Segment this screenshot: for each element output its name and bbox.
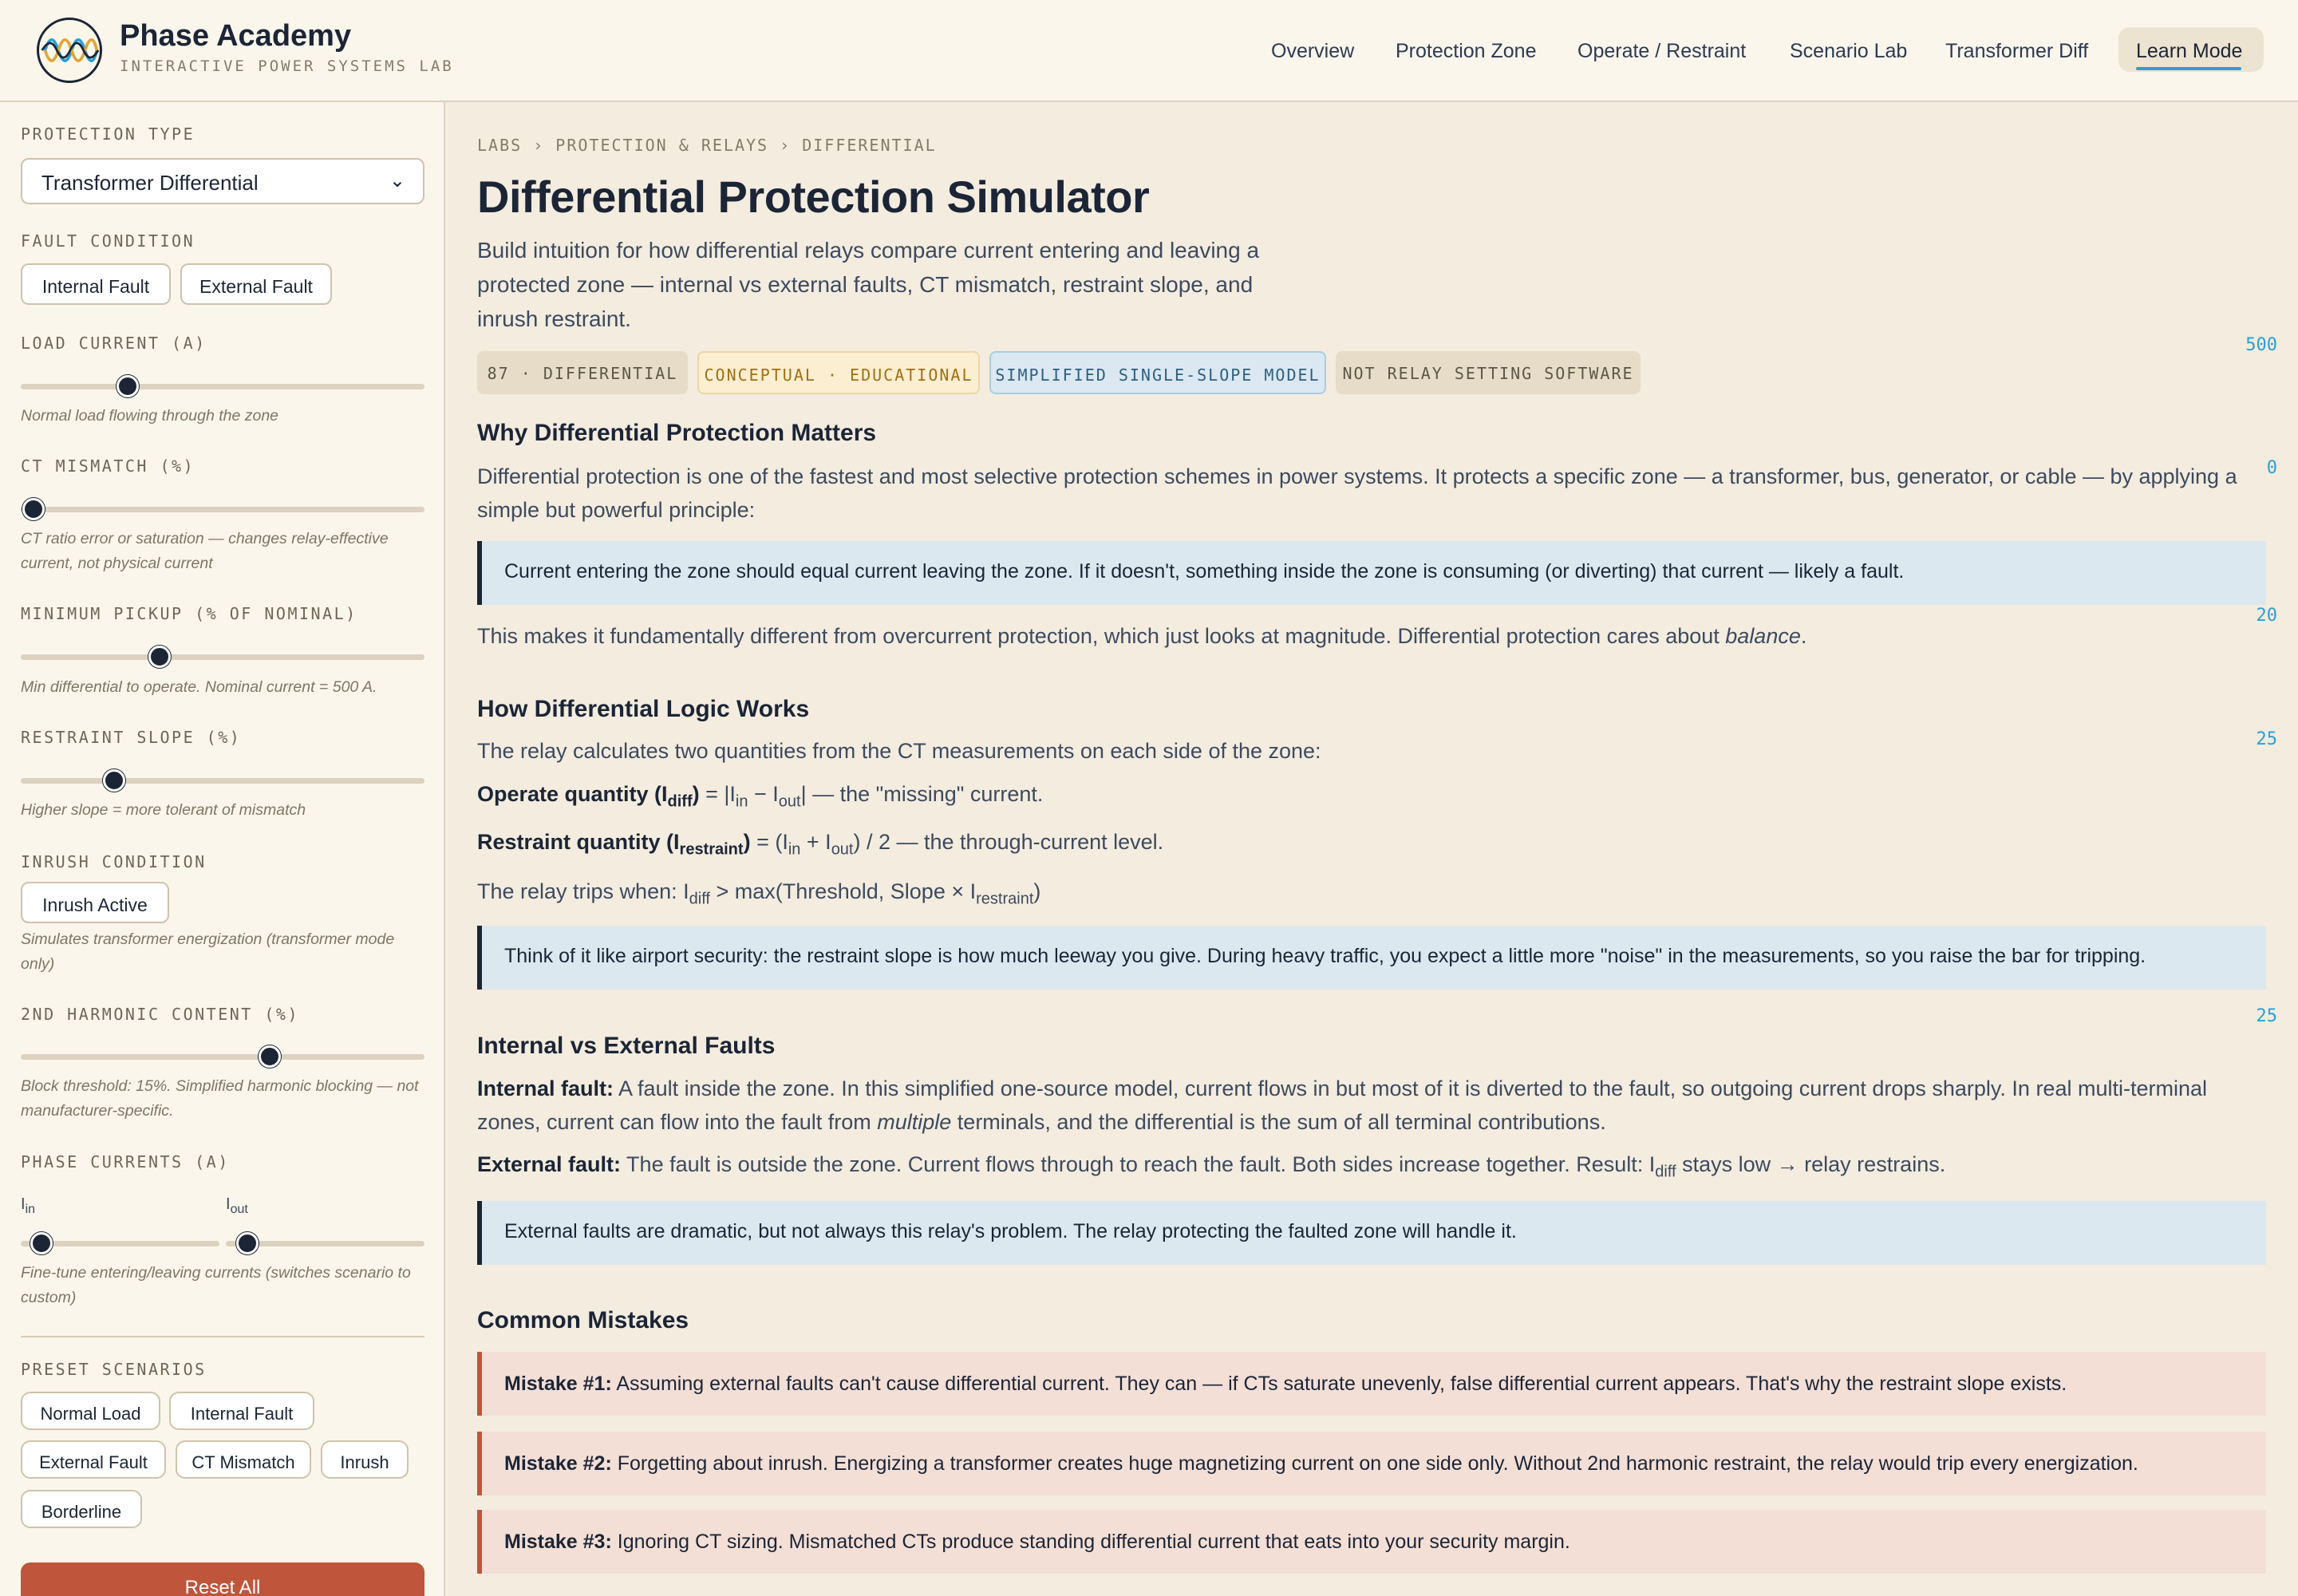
- preset-ct-mismatch[interactable]: CT Mismatch: [176, 1440, 311, 1479]
- intro-text: Build intuition for how differential rel…: [477, 238, 1260, 331]
- active-tab-indicator: [2136, 67, 2241, 70]
- nav-scenario-lab[interactable]: Scenario Lab: [1790, 32, 1907, 70]
- load-current-hint: Normal load flowing through the zone: [21, 407, 279, 425]
- section-why-title: Why Differential Protection Matters: [477, 420, 877, 446]
- page-title: Differential Protection Simulator: [477, 172, 1150, 222]
- harmonic-hint: Block threshold: 15%. Simplified harmoni…: [21, 1077, 419, 1120]
- load-current-value: 500: [2245, 335, 2277, 355]
- ct-mismatch-label: CT MISMATCH (%): [21, 456, 195, 476]
- preset-internal-fault[interactable]: Internal Fault: [169, 1392, 314, 1430]
- load-current-slider[interactable]: [21, 384, 424, 389]
- fault-condition-label: FAULT CONDITION: [21, 231, 195, 251]
- badge-disclaimer: NOT RELAY SETTING SOFTWARE: [1336, 351, 1641, 394]
- preset-normal-load[interactable]: Normal Load: [21, 1392, 160, 1430]
- min-pickup-slider[interactable]: [21, 654, 424, 660]
- ct-mismatch-slider[interactable]: [21, 507, 424, 512]
- restraint-quantity-text: Restraint quantity (Irestraint) = (Iin +…: [477, 830, 1164, 859]
- protection-type-value: Transformer Differential: [41, 171, 259, 195]
- i-in-label: Iin: [21, 1195, 36, 1216]
- badge-differential: 87 · DIFFERENTIAL: [477, 351, 688, 394]
- mistake-item: Mistake #1: Assuming external faults can…: [477, 1352, 2266, 1416]
- ct-mismatch-thumb[interactable]: [22, 498, 45, 520]
- harmonic-content-slider[interactable]: [21, 1054, 424, 1060]
- min-pickup-hint: Min differential to operate. Nominal cur…: [21, 678, 377, 696]
- restraint-slope-slider[interactable]: [21, 778, 424, 784]
- trip-condition-text: The relay trips when: Idiff > max(Thresh…: [477, 879, 1041, 908]
- protection-type-select[interactable]: Transformer Differential ⌄: [21, 158, 424, 204]
- mistake-item: Mistake #2: Forgetting about inrush. Ene…: [477, 1432, 2266, 1495]
- i-in-thumb[interactable]: [30, 1232, 53, 1254]
- restraint-slope-hint: Higher slope = more tolerant of mismatch: [21, 801, 306, 819]
- phase-currents-label: PHASE CURRENTS (A): [21, 1152, 230, 1171]
- nav-learn-mode-label: Learn Mode: [2136, 40, 2243, 62]
- callout-analogy: Think of it like airport security: the r…: [477, 926, 2266, 990]
- phase-currents-hint: Fine-tune entering/leaving currents (swi…: [21, 1264, 411, 1306]
- min-pickup-label: MINIMUM PICKUP (% OF NOMINAL): [21, 604, 357, 623]
- protection-type-label: PROTECTION TYPE: [21, 124, 195, 144]
- external-fault-text: External fault: The fault is outside the…: [477, 1152, 1946, 1181]
- section-logic-title: How Differential Logic Works: [477, 696, 810, 722]
- i-out-label: Iout: [226, 1195, 248, 1216]
- section-mistakes-title: Common Mistakes: [477, 1307, 689, 1333]
- brand-title: Phase Academy: [120, 19, 352, 53]
- sidebar-divider: [21, 1336, 424, 1337]
- min-pickup-thumb[interactable]: [148, 646, 171, 668]
- preset-borderline[interactable]: Borderline: [21, 1490, 142, 1528]
- operate-quantity-text: Operate quantity (Idiff) = |Iin − Iout| …: [477, 782, 1044, 811]
- reset-all-button[interactable]: Reset All: [21, 1562, 424, 1596]
- brand-subtitle: INTERACTIVE POWER SYSTEMS LAB: [120, 57, 454, 75]
- mistake-item: Mistake #3: Ignoring CT sizing. Mismatch…: [477, 1510, 2266, 1574]
- inrush-active-button[interactable]: Inrush Active: [21, 882, 169, 923]
- nav-operate-restraint[interactable]: Operate / Restraint: [1577, 32, 1746, 70]
- load-current-label: LOAD CURRENT (A): [21, 334, 207, 353]
- section-faults-title: Internal vs External Faults: [477, 1033, 776, 1059]
- preset-inrush[interactable]: Inrush: [321, 1440, 409, 1479]
- preset-scenarios-label: PRESET SCENARIOS: [21, 1360, 207, 1379]
- breadcrumb: LABS › PROTECTION & RELAYS › DIFFERENTIA…: [477, 136, 937, 155]
- section-logic-intro: The relay calculates two quantities from…: [477, 739, 1321, 763]
- restraint-slope-label: RESTRAINT SLOPE (%): [21, 728, 242, 747]
- restraint-slope-thumb[interactable]: [103, 769, 125, 792]
- callout-external-faults: External faults are dramatic, but not al…: [477, 1201, 2266, 1265]
- load-current-thumb[interactable]: [116, 375, 139, 397]
- nav-protection-zone[interactable]: Protection Zone: [1396, 32, 1537, 70]
- section-why-paragraph-2: This makes it fundamentally different fr…: [477, 624, 1807, 648]
- section-why-paragraph: Differential protection is one of the fa…: [477, 464, 2237, 522]
- ct-mismatch-value: 0: [2266, 458, 2277, 478]
- badge-educational: CONCEPTUAL · EDUCATIONAL: [697, 351, 980, 394]
- harmonic-content-value: 25: [2256, 1006, 2278, 1026]
- i-out-thumb[interactable]: [236, 1232, 259, 1254]
- badge-model: SIMPLIFIED SINGLE-SLOPE MODEL: [989, 351, 1326, 394]
- app-header: Phase Academy INTERACTIVE POWER SYSTEMS …: [0, 0, 2298, 102]
- external-fault-button[interactable]: External Fault: [180, 263, 332, 305]
- internal-fault-button[interactable]: Internal Fault: [21, 263, 171, 305]
- inrush-hint: Simulates transformer energization (tran…: [21, 930, 395, 973]
- ct-mismatch-hint: CT ratio error or saturation — changes r…: [21, 530, 389, 572]
- inrush-condition-label: INRUSH CONDITION: [21, 852, 207, 871]
- harmonic-content-label: 2ND HARMONIC CONTENT (%): [21, 1005, 299, 1024]
- nav-overview[interactable]: Overview: [1271, 32, 1354, 70]
- nav-transformer-diff[interactable]: Transformer Diff: [1945, 32, 2088, 70]
- callout-principle: Current entering the zone should equal c…: [477, 541, 2266, 605]
- internal-fault-text: Internal fault: A fault inside the zone.…: [477, 1077, 2207, 1134]
- logo-icon[interactable]: [37, 18, 102, 83]
- chevron-down-icon: ⌄: [389, 170, 405, 192]
- harmonic-content-thumb[interactable]: [259, 1045, 281, 1068]
- preset-external-fault[interactable]: External Fault: [21, 1440, 166, 1479]
- nav-learn-mode[interactable]: Learn Mode: [2118, 27, 2264, 72]
